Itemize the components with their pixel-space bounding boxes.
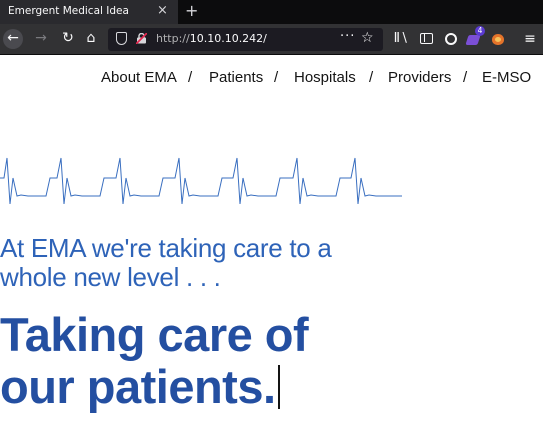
nav-link-e-mso[interactable]: E-MSO <box>482 69 531 86</box>
shield-icon[interactable] <box>116 32 127 45</box>
hero-headline: Taking care of our patients. <box>0 308 309 413</box>
home-icon[interactable]: ⌂ <box>80 27 102 49</box>
new-tab-icon[interactable]: + <box>185 1 198 20</box>
nav-link-providers[interactable]: Providers <box>388 69 451 86</box>
tagline-line-1: At EMA we're taking care to a <box>0 233 332 263</box>
nav-separator: / <box>369 69 374 86</box>
library-icon[interactable]: Ⅱ∖ <box>393 30 409 48</box>
page-actions-icon[interactable]: ··· <box>340 29 355 44</box>
fox-icon <box>492 34 504 45</box>
navigation-toolbar: ← → ↻ ⌂ http://10.10.10.242/ ··· ☆ Ⅱ∖ 4 … <box>0 24 543 55</box>
nav-separator: / <box>274 69 279 86</box>
url-bar[interactable]: http://10.10.10.242/ ··· ☆ <box>108 28 383 51</box>
active-tab[interactable]: Emergent Medical Idea × <box>0 0 178 24</box>
nav-link-about-ema[interactable]: About EMA <box>101 69 177 86</box>
heartbeat-line-icon <box>0 157 402 205</box>
back-icon[interactable]: ← <box>2 27 24 49</box>
bookmark-star-icon[interactable]: ☆ <box>361 30 374 46</box>
site-navigation: About EMA / Patients / Hospitals / Provi… <box>0 69 543 89</box>
nav-separator: / <box>188 69 193 86</box>
extension-icon[interactable]: 4 <box>465 26 485 48</box>
url-host: 10.10.10.242/ <box>189 32 267 45</box>
extension-icon[interactable] <box>489 30 507 48</box>
text-cursor <box>277 365 280 409</box>
forward-icon[interactable]: → <box>30 27 52 49</box>
menu-icon[interactable]: ≡ <box>522 30 538 48</box>
tagline-line-2: whole new level . . . <box>0 262 221 292</box>
insecure-lock-icon[interactable] <box>136 33 147 44</box>
reload-icon[interactable]: ↻ <box>57 27 79 49</box>
url-protocol: http:// <box>156 32 190 45</box>
headline-line-2-text: our patients. <box>0 360 276 413</box>
tab-bar: Emergent Medical Idea × + <box>0 0 543 24</box>
extension-badge: 4 <box>475 26 485 36</box>
url-text[interactable]: http://10.10.10.242/ <box>156 32 267 45</box>
tagline: At EMA we're taking care to a whole new … <box>0 234 420 292</box>
nav-separator: / <box>463 69 468 86</box>
headline-line-2: our patients. <box>0 361 308 413</box>
nav-link-hospitals[interactable]: Hospitals <box>294 69 356 86</box>
tab-title: Emergent Medical Idea <box>8 5 129 17</box>
account-icon[interactable] <box>443 30 459 48</box>
gem-icon <box>465 35 481 45</box>
headline-line-1: Taking care of <box>0 308 309 361</box>
nav-link-patients[interactable]: Patients <box>209 69 263 86</box>
tab-close-icon[interactable]: × <box>157 3 168 18</box>
sidebar-icon[interactable] <box>418 30 434 48</box>
